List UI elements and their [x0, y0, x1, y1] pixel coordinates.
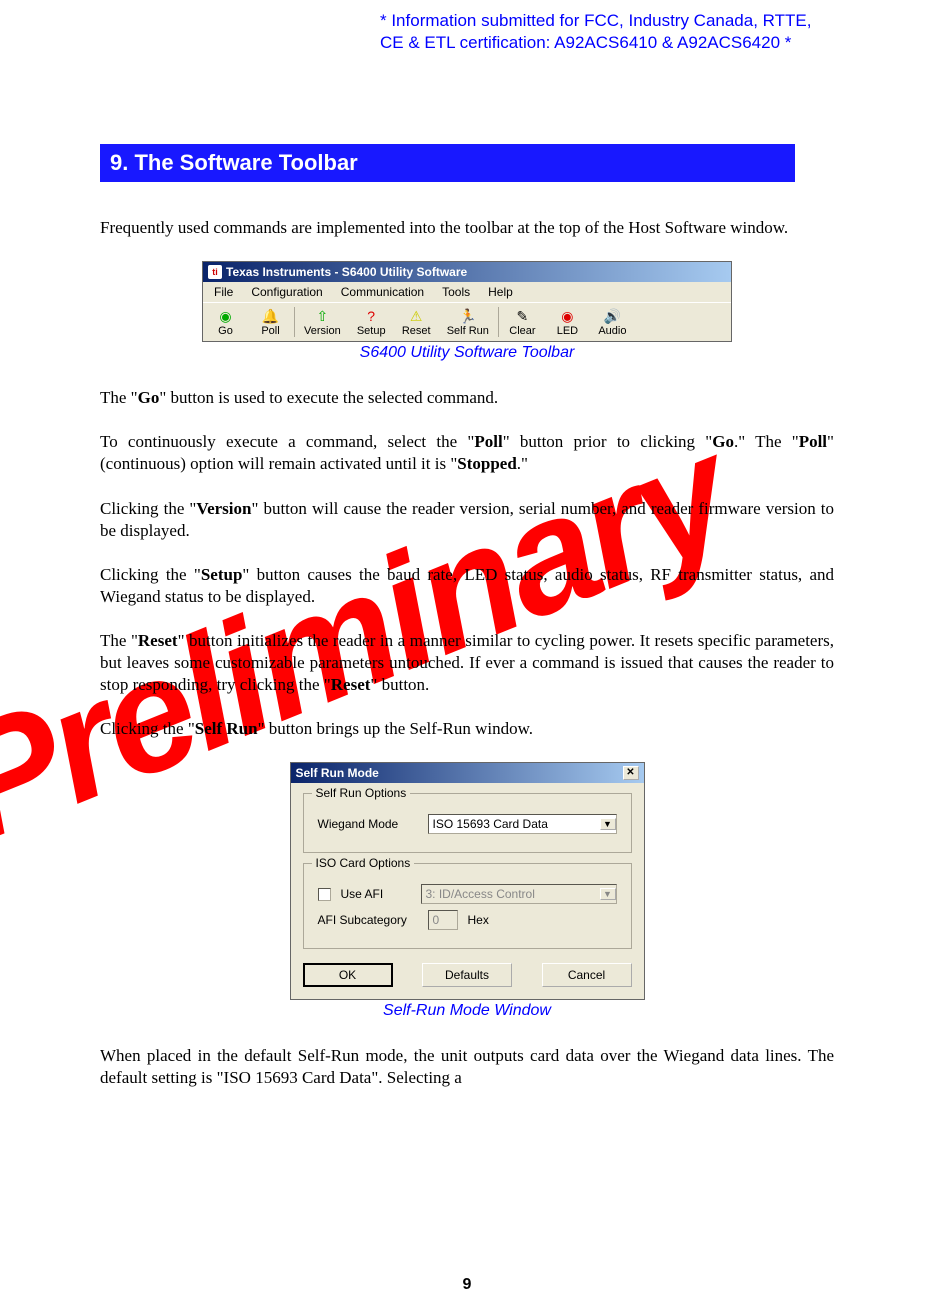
selfrun-icon: 🏃 — [459, 307, 476, 325]
iso-options-group: ISO Card Options Use AFI 3: ID/Access Co… — [303, 863, 632, 949]
ti-logo-icon: ti — [208, 265, 222, 279]
close-icon[interactable]: ✕ — [623, 766, 639, 780]
ok-button[interactable]: OK — [303, 963, 393, 987]
section-title: 9. The Software Toolbar — [100, 144, 795, 182]
group-label: Self Run Options — [312, 786, 411, 800]
chevron-down-icon: ▼ — [600, 818, 616, 830]
menu-tools[interactable]: Tools — [439, 284, 473, 300]
dialog-title-text: Self Run Mode — [296, 766, 379, 780]
menu-help[interactable]: Help — [485, 284, 516, 300]
reset-icon: ⚠ — [410, 307, 423, 325]
audio-button[interactable]: 🔊Audio — [590, 305, 635, 339]
group-label: ISO Card Options — [312, 856, 415, 870]
poll-button[interactable]: 🔔Poll — [248, 305, 293, 339]
poll-icon: 🔔 — [262, 307, 279, 325]
go-button[interactable]: ◉Go — [203, 305, 248, 339]
selfrun-paragraph: Clicking the "Self Run" button brings up… — [100, 718, 834, 740]
useafi-label: Use AFI — [341, 887, 411, 901]
header-fcc-note: * Information submitted for FCC, Industr… — [380, 10, 834, 54]
reset-button[interactable]: ⚠Reset — [394, 305, 439, 339]
button-bar: ◉Go 🔔Poll ⇧Version ?Setup ⚠Reset 🏃Self R… — [203, 302, 731, 341]
audio-icon: 🔊 — [604, 307, 621, 325]
version-paragraph: Clicking the "Version" button will cause… — [100, 498, 834, 542]
menu-bar: File Configuration Communication Tools H… — [203, 282, 731, 302]
go-paragraph: The "Go" button is used to execute the s… — [100, 387, 834, 409]
menu-communication[interactable]: Communication — [338, 284, 427, 300]
selfrun-options-group: Self Run Options Wiegand Mode ISO 15693 … — [303, 793, 632, 853]
toolbar-caption: S6400 Utility Software Toolbar — [100, 344, 834, 362]
page-number: 9 — [0, 1276, 934, 1294]
selfrun-button[interactable]: 🏃Self Run — [439, 305, 497, 339]
wiegand-combo[interactable]: ISO 15693 Card Data ▼ — [428, 814, 617, 834]
menu-file[interactable]: File — [211, 284, 236, 300]
chevron-down-icon: ▼ — [600, 888, 616, 900]
toolbar-screenshot: ti Texas Instruments - S6400 Utility Sof… — [202, 261, 732, 342]
poll-paragraph: To continuously execute a command, selec… — [100, 431, 834, 475]
useafi-checkbox[interactable] — [318, 888, 331, 901]
setup-icon: ? — [367, 307, 375, 325]
go-icon: ◉ — [219, 307, 231, 325]
dialog-titlebar: Self Run Mode ✕ — [291, 763, 644, 783]
defaults-button[interactable]: Defaults — [422, 963, 512, 987]
hex-label: Hex — [468, 913, 489, 927]
afisub-label: AFI Subcategory — [318, 913, 418, 927]
version-icon: ⇧ — [316, 307, 328, 325]
dialog-caption: Self-Run Mode Window — [100, 1002, 834, 1020]
selfrun-dialog: Self Run Mode ✕ Self Run Options Wiegand… — [290, 762, 645, 1000]
version-button[interactable]: ⇧Version — [296, 305, 349, 339]
setup-paragraph: Clicking the "Setup" button causes the b… — [100, 564, 834, 608]
last-paragraph: When placed in the default Self-Run mode… — [100, 1045, 834, 1089]
separator — [294, 307, 295, 337]
afisub-input: 0 — [428, 910, 458, 930]
clear-button[interactable]: ✎Clear — [500, 305, 545, 339]
wiegand-label: Wiegand Mode — [318, 817, 418, 831]
window-title: Texas Instruments - S6400 Utility Softwa… — [226, 265, 467, 279]
menu-configuration[interactable]: Configuration — [248, 284, 325, 300]
setup-button[interactable]: ?Setup — [349, 305, 394, 339]
intro-paragraph: Frequently used commands are implemented… — [100, 217, 834, 239]
clear-icon: ✎ — [517, 307, 529, 325]
separator — [498, 307, 499, 337]
reset-paragraph: The "Reset" button initializes the reade… — [100, 630, 834, 696]
led-icon: ◉ — [561, 307, 573, 325]
led-button[interactable]: ◉LED — [545, 305, 590, 339]
afi-combo: 3: ID/Access Control ▼ — [421, 884, 617, 904]
window-titlebar: ti Texas Instruments - S6400 Utility Sof… — [203, 262, 731, 282]
cancel-button[interactable]: Cancel — [542, 963, 632, 987]
